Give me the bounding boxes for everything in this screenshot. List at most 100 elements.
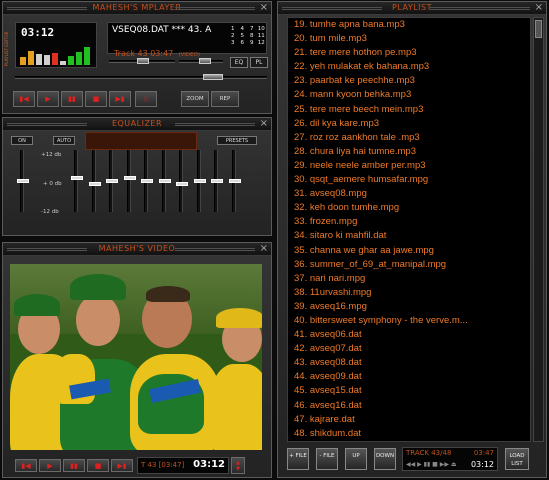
playlist-item[interactable]: 21. tere mere hothon pe.mp3	[288, 46, 530, 60]
preamp-slider[interactable]	[17, 150, 29, 212]
numpad-key[interactable]: 2	[228, 33, 238, 39]
playlist-item[interactable]: 48. shikdum.dat	[288, 427, 530, 441]
eq-slider-knob[interactable]	[228, 179, 241, 183]
presets-button[interactable]: PRESETS	[217, 136, 257, 145]
volume-knob[interactable]	[199, 58, 211, 64]
playlist-item[interactable]: 42. avseq07.dat	[288, 342, 530, 356]
eq-band-slider[interactable]	[123, 150, 136, 212]
zoom-button[interactable]: ZOOM	[181, 91, 209, 107]
playlist-item[interactable]: 26. dil kya kare.mp3	[288, 117, 530, 131]
close-icon[interactable]: ×	[260, 2, 268, 13]
eq-slider-knob[interactable]	[211, 179, 223, 183]
move-up-button[interactable]: UP	[345, 448, 367, 470]
playlist-titlebar[interactable]: PLAYLIST ×	[278, 2, 546, 15]
numpad-key[interactable]: 11	[257, 33, 267, 39]
playlist-item[interactable]: 34. sitaro ki mahfil.dat	[288, 229, 530, 243]
playlist-item[interactable]: 43. avseq08.dat	[288, 356, 530, 370]
close-icon[interactable]: ×	[260, 118, 268, 129]
remove-file-button[interactable]: - FILE	[316, 448, 338, 470]
player-titlebar[interactable]: MAHESH'S MPLAYER ×	[3, 2, 271, 15]
load-list-button[interactable]: LOAD LIST	[505, 448, 529, 470]
eq-slider-knob[interactable]	[176, 181, 188, 186]
playlist-item[interactable]: 47. kajrare.dat	[288, 413, 530, 427]
playlist-item[interactable]: 32. keh doon tumhe.mpg	[288, 201, 530, 215]
playlist-mini-controls[interactable]: ◀◀ ▶ ▮▮ ■ ▶▶ ⏏	[406, 461, 457, 468]
numpad-key[interactable]: 7	[247, 26, 257, 32]
playlist-item[interactable]: 35. channa we ghar aa jawe.mpg	[288, 244, 530, 258]
play-button[interactable]: ▶	[37, 91, 59, 107]
eq-slider-knob[interactable]	[141, 179, 153, 183]
seek-knob[interactable]	[203, 74, 223, 80]
eq-band-slider[interactable]	[176, 150, 188, 212]
playlist-scrollbar[interactable]	[533, 17, 544, 442]
video-next-button[interactable]: ▶▮	[111, 459, 133, 472]
eq-slider-knob[interactable]	[193, 179, 206, 183]
eq-band-slider[interactable]	[106, 150, 118, 212]
previous-button[interactable]: ▮◀	[13, 91, 35, 107]
eq-slider-knob[interactable]	[71, 176, 83, 181]
next-button[interactable]: ▶▮	[109, 91, 131, 107]
numpad-key[interactable]: 1	[228, 26, 238, 32]
equalizer-titlebar[interactable]: EQUALIZER ×	[3, 118, 271, 131]
video-titlebar[interactable]: MAHESH'S VIDEO ×	[3, 243, 271, 256]
stop-button[interactable]: ■	[85, 91, 107, 107]
repeat-button[interactable]: REP	[211, 91, 239, 107]
playlist-item[interactable]: 28. chura liya hai tumne.mp3	[288, 145, 530, 159]
numpad-key[interactable]: 5	[238, 33, 248, 39]
playlist-item[interactable]: 40. bittersweet symphony - the verve.m..…	[288, 314, 530, 328]
numpad-key[interactable]: 4	[238, 26, 248, 32]
playlist-item[interactable]: 25. tere mere beech mein.mp3	[288, 103, 530, 117]
numpad-key[interactable]: 3	[228, 40, 238, 46]
eq-band-slider[interactable]	[141, 150, 153, 212]
eq-band-slider[interactable]	[71, 150, 83, 212]
eq-band-slider[interactable]	[193, 150, 206, 212]
eq-band-slider[interactable]	[158, 150, 171, 212]
numpad-key[interactable]: 8	[247, 33, 257, 39]
move-down-button[interactable]: DOWN	[374, 448, 396, 470]
playlist-item[interactable]: 29. neele neele amber per.mp3	[288, 159, 530, 173]
playlist-item[interactable]: 36. summer_of_69_at_manipal.mpg	[288, 258, 530, 272]
eq-slider-knob[interactable]	[158, 179, 171, 183]
eq-slider-knob[interactable]	[123, 176, 136, 181]
eq-auto-button[interactable]: AUTO	[53, 136, 75, 145]
playlist-item[interactable]: 22. yeh mulakat ek bahana.mp3	[288, 60, 530, 74]
eq-slider-knob[interactable]	[106, 179, 118, 183]
numpad-key[interactable]: 10	[257, 26, 267, 32]
close-icon[interactable]: ×	[260, 243, 268, 254]
balance-knob[interactable]	[137, 58, 149, 64]
video-pause-button[interactable]: ▮▮	[63, 459, 85, 472]
playlist-item[interactable]: 33. frozen.mpg	[288, 215, 530, 229]
numpad-key[interactable]: 6	[238, 40, 248, 46]
pl-toggle-button[interactable]: PL	[250, 57, 268, 68]
video-play-button[interactable]: ▶	[39, 459, 61, 472]
playlist-item[interactable]: 45. avseq15.dat	[288, 384, 530, 398]
video-previous-button[interactable]: ▮◀	[15, 459, 37, 472]
add-file-button[interactable]: + FILE	[287, 448, 309, 470]
eq-band-slider[interactable]	[228, 150, 241, 212]
playlist-item[interactable]: 27. roz roz aankhon tale .mp3	[288, 131, 530, 145]
playlist-item[interactable]: 19. tumhe apna bana.mp3	[288, 18, 530, 32]
playlist-item[interactable]: 38. 11urvashi.mpg	[288, 286, 530, 300]
playlist-item[interactable]: 30. qsqt_aemere humsafar.mpg	[288, 173, 530, 187]
eq-slider-knob[interactable]	[88, 181, 101, 186]
close-icon[interactable]: ×	[535, 2, 543, 13]
playlist-item[interactable]: 20. tum mile.mp3	[288, 32, 530, 46]
playlist-item[interactable]: 24. mann kyoon behka.mp3	[288, 88, 530, 102]
video-stop-button[interactable]: ■	[87, 459, 109, 472]
playlist-item[interactable]: 31. avseq08.mpg	[288, 187, 530, 201]
numpad-key[interactable]: 12	[257, 40, 267, 46]
eq-toggle-button[interactable]: EQ	[230, 57, 248, 68]
playlist-item[interactable]: 44. avseq09.dat	[288, 370, 530, 384]
playlist-item[interactable]: 37. nari nari.mpg	[288, 272, 530, 286]
eq-band-slider[interactable]	[88, 150, 101, 212]
playlist-item[interactable]: 46. avseq16.dat	[288, 399, 530, 413]
eq-band-slider[interactable]	[211, 150, 223, 212]
eq-slider-knob[interactable]	[17, 179, 29, 183]
video-spin-button[interactable]: ▲ ▼	[231, 457, 245, 474]
scrollbar-thumb[interactable]	[535, 20, 542, 38]
eject-button[interactable]: ◇	[135, 91, 157, 107]
eq-on-button[interactable]: ON	[11, 136, 33, 145]
playlist-item[interactable]: 23. paarbat ke peechhe.mp3	[288, 74, 530, 88]
playlist-item[interactable]: 39. avseq16.mpg	[288, 300, 530, 314]
playlist-item[interactable]: 41. avseq06.dat	[288, 328, 530, 342]
